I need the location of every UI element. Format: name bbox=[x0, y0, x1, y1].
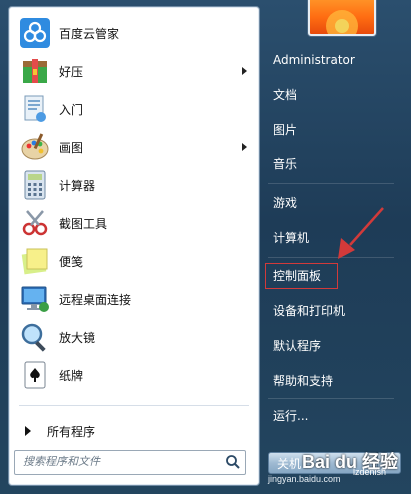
computer-item[interactable]: 计算机 bbox=[266, 226, 399, 250]
program-label: 画图 bbox=[59, 140, 84, 155]
games-item[interactable]: 游戏 bbox=[266, 191, 399, 215]
sticky-notes-icon bbox=[21, 248, 48, 275]
search-input[interactable] bbox=[15, 451, 223, 472]
submenu-arrow-icon bbox=[242, 67, 247, 75]
programs-panel: 百度云管家 好压 入门 画图 计算器 截图工具 便笺 远程桌面连接 放大镜 纸牌… bbox=[8, 6, 260, 486]
start-menu: 百度云管家 好压 入门 画图 计算器 截图工具 便笺 远程桌面连接 放大镜 纸牌… bbox=[0, 0, 411, 494]
user-name-item[interactable]: Administrator bbox=[266, 48, 399, 72]
watermark-site: jingyan.baidu.com bbox=[268, 474, 341, 484]
program-item-getting-started[interactable]: 入门 bbox=[15, 91, 253, 127]
divider bbox=[19, 405, 249, 406]
program-item-magnifier[interactable]: 放大镜 bbox=[15, 319, 253, 355]
program-item-snipping-tool[interactable]: 截图工具 bbox=[15, 205, 253, 241]
paint-icon bbox=[21, 133, 49, 160]
help-support-item[interactable]: 帮助和支持 bbox=[266, 369, 399, 393]
haozip-icon bbox=[23, 59, 47, 83]
program-item-calculator[interactable]: 计算器 bbox=[15, 167, 253, 203]
program-item-paint[interactable]: 画图 bbox=[15, 129, 253, 165]
program-label: 远程桌面连接 bbox=[59, 292, 132, 307]
places-panel: Administrator 文档 图片 音乐 游戏 计算机 控制面板 设备和打印… bbox=[258, 0, 411, 494]
pictures-item[interactable]: 图片 bbox=[266, 118, 399, 142]
search-icon[interactable] bbox=[225, 454, 241, 470]
divider bbox=[268, 183, 394, 184]
program-item-remote-desktop[interactable]: 远程桌面连接 bbox=[15, 281, 253, 317]
shutdown-label: 关机 bbox=[277, 457, 302, 471]
flower-picture-icon bbox=[326, 10, 358, 34]
divider bbox=[268, 398, 394, 399]
solitaire-icon bbox=[24, 361, 46, 389]
program-label: 百度云管家 bbox=[59, 26, 120, 41]
devices-printers-item[interactable]: 设备和打印机 bbox=[266, 299, 399, 323]
program-item-baidu-cloud[interactable]: 百度云管家 bbox=[15, 15, 253, 51]
all-programs-button[interactable]: 所有程序 bbox=[19, 419, 95, 443]
program-label: 好压 bbox=[59, 64, 84, 79]
music-item[interactable]: 音乐 bbox=[266, 152, 399, 176]
remote-desktop-icon bbox=[21, 286, 49, 312]
user-avatar[interactable] bbox=[308, 0, 376, 36]
divider bbox=[268, 257, 394, 258]
all-programs-label: 所有程序 bbox=[47, 424, 96, 439]
calculator-icon bbox=[24, 170, 46, 200]
program-label: 截图工具 bbox=[59, 216, 108, 231]
program-item-sticky-notes[interactable]: 便笺 bbox=[15, 243, 253, 279]
documents-item[interactable]: 文档 bbox=[266, 83, 399, 107]
default-programs-item[interactable]: 默认程序 bbox=[266, 334, 399, 358]
getting-started-icon bbox=[24, 95, 46, 122]
baidu-cloud-icon bbox=[20, 18, 50, 48]
submenu-arrow-icon bbox=[242, 143, 247, 151]
triangle-right-icon bbox=[25, 426, 31, 436]
program-label: 计算器 bbox=[59, 178, 96, 193]
program-label: 纸牌 bbox=[59, 368, 84, 383]
program-item-haozip[interactable]: 好压 bbox=[15, 53, 253, 89]
search-box bbox=[14, 450, 246, 475]
watermark-user: lzdenish bbox=[353, 467, 387, 477]
program-label: 放大镜 bbox=[59, 330, 96, 345]
snipping-tool-icon bbox=[22, 210, 48, 236]
program-label: 入门 bbox=[59, 102, 84, 117]
control-panel-item[interactable]: 控制面板 bbox=[265, 263, 338, 289]
run-item[interactable]: 运行... bbox=[266, 404, 399, 428]
program-item-solitaire[interactable]: 纸牌 bbox=[15, 357, 253, 393]
program-label: 便笺 bbox=[59, 254, 84, 269]
magnifier-icon bbox=[21, 323, 46, 352]
